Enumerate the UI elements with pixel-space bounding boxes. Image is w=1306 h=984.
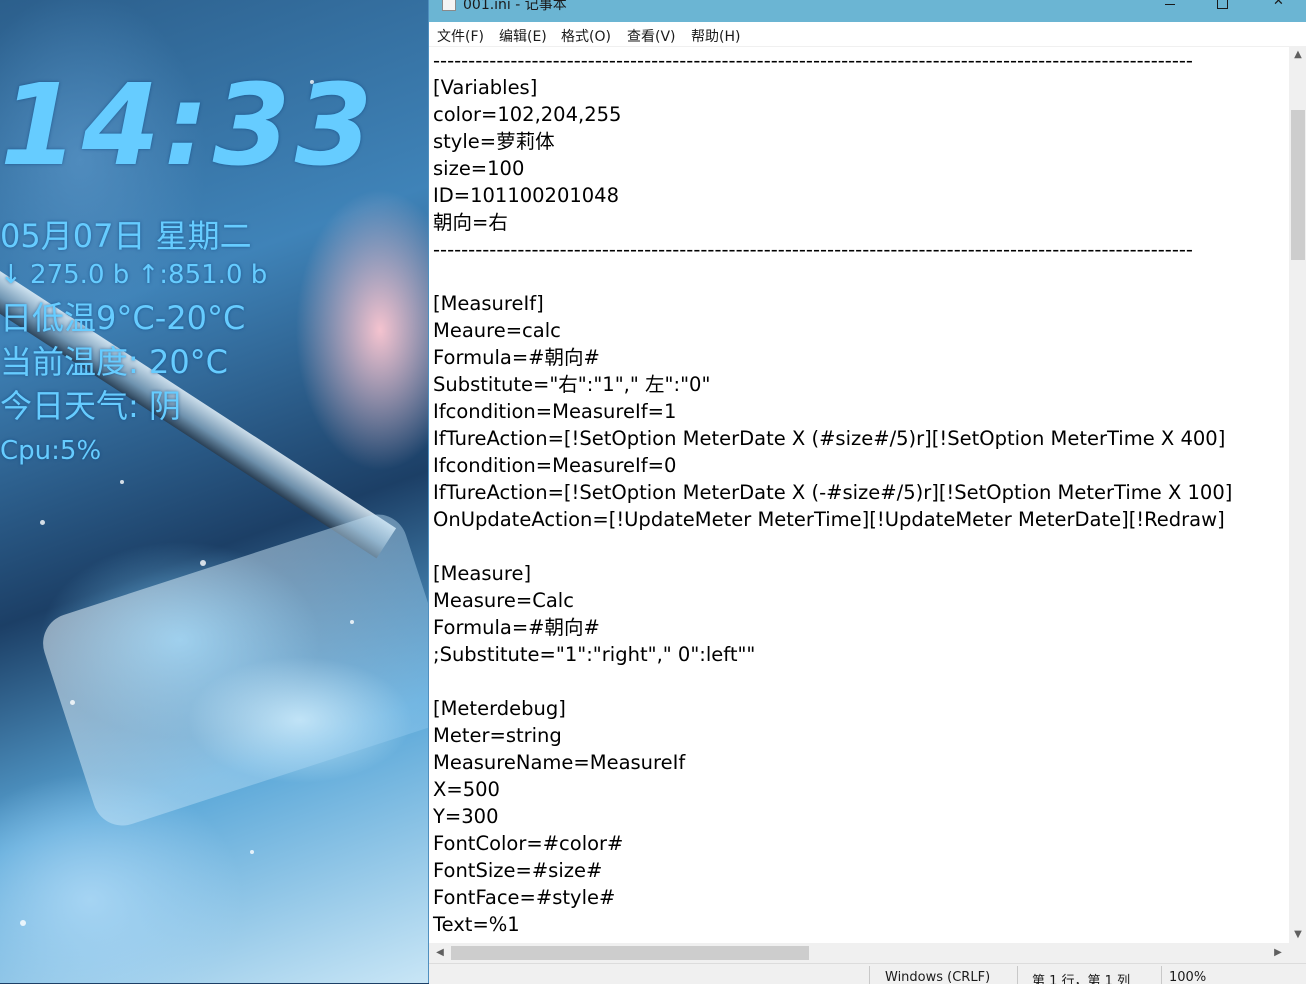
snowflake <box>200 560 206 566</box>
editor-line[interactable]: X=500 <box>433 776 1232 803</box>
widget-cpu: Cpu:5% <box>0 436 102 466</box>
editor-line[interactable]: Text=%1 <box>433 911 1232 938</box>
minimize-button[interactable] <box>1147 0 1193 22</box>
title-bar[interactable]: 001.ini - 记事本 <box>429 0 1306 22</box>
menu-format[interactable]: 格式(O) <box>560 25 612 47</box>
editor-line[interactable]: Y=300 <box>433 803 1232 830</box>
snowflake <box>70 700 75 705</box>
editor-line[interactable]: color=102,204,255 <box>433 101 1232 128</box>
widget-network: ↓ 275.0 b ↑:851.0 b <box>0 260 268 290</box>
vertical-scrollbar[interactable]: ▲ ▼ <box>1289 46 1306 943</box>
editor-line[interactable]: 朝向=右 <box>433 209 1232 236</box>
chevron-right-icon[interactable]: ▶ <box>1269 943 1287 963</box>
editor-line[interactable]: IfTureAction=[!SetOption MeterDate X (#s… <box>433 425 1232 452</box>
editor-line[interactable]: Formula=#朝向# <box>433 614 1232 641</box>
horizontal-scrollbar[interactable]: ◀ ▶ <box>429 943 1289 963</box>
menu-file[interactable]: 文件(F) <box>436 25 485 47</box>
scrollbar-corner <box>1289 943 1306 963</box>
editor-line[interactable]: size=100 <box>433 155 1232 182</box>
horizontal-scroll-thumb[interactable] <box>451 946 809 960</box>
status-encoding: Windows (CRLF) <box>885 970 991 984</box>
widget-date: 05月07日 星期二 <box>0 217 252 255</box>
widget-temp-range: 日低温9°C-20°C <box>0 299 246 337</box>
editor-line[interactable]: Ifcondition=MeasureIf=1 <box>433 398 1232 425</box>
snowflake <box>350 620 354 624</box>
editor-line[interactable]: [Measure] <box>433 560 1232 587</box>
maximize-button[interactable] <box>1199 0 1245 22</box>
widget-weather: 今日天气: 阴 <box>0 387 181 425</box>
editor-line[interactable]: Formula=#朝向# <box>433 344 1232 371</box>
menu-edit[interactable]: 编辑(E) <box>498 25 548 47</box>
status-divider <box>1161 966 1162 984</box>
notepad-window: 001.ini - 记事本 文件(F) 编辑(E) 格式(O) 查看(V) 帮助… <box>428 0 1306 984</box>
editor-line[interactable]: Meaure=calc <box>433 317 1232 344</box>
editor-line[interactable]: [MeasureIf] <box>433 290 1232 317</box>
editor-line[interactable]: style=萝莉体 <box>433 128 1232 155</box>
editor-line[interactable] <box>433 668 1232 695</box>
editor-content[interactable]: ----------------------------------------… <box>433 47 1232 938</box>
editor-line[interactable]: [Variables] <box>433 74 1232 101</box>
editor-line[interactable]: ID=101100201048 <box>433 182 1232 209</box>
wallpaper-sleeve <box>35 506 430 834</box>
chevron-up-icon[interactable]: ▲ <box>1289 46 1306 63</box>
editor-line[interactable]: FontSize=#size# <box>433 857 1232 884</box>
chevron-left-icon[interactable]: ◀ <box>431 943 449 963</box>
status-zoom: 100% <box>1169 970 1207 984</box>
editor-line[interactable]: FontFace=#style# <box>433 884 1232 911</box>
editor-line[interactable]: Measure=Calc <box>433 587 1232 614</box>
editor-line[interactable]: OnUpdateAction=[!UpdateMeter MeterTime][… <box>433 506 1232 533</box>
editor-line[interactable]: Meter=string <box>433 722 1232 749</box>
snowflake <box>40 520 45 525</box>
editor-line[interactable]: [Meterdebug] <box>433 695 1232 722</box>
status-bar: Windows (CRLF) 第 1 行，第 1 列 100% <box>429 963 1306 984</box>
editor-line[interactable] <box>433 533 1232 560</box>
status-divider <box>869 966 870 984</box>
menu-view[interactable]: 查看(V) <box>626 25 677 47</box>
editor-line[interactable]: MeasureName=MeasureIf <box>433 749 1232 776</box>
widget-clock: 14:33 <box>0 61 377 191</box>
status-position: 第 1 行，第 1 列 <box>1032 974 1131 984</box>
editor-line[interactable]: Ifcondition=MeasureIf=0 <box>433 452 1232 479</box>
widget-current-temp: 当前温度: 20°C <box>0 343 229 381</box>
vertical-scroll-thumb[interactable] <box>1291 110 1305 260</box>
snowflake <box>20 920 26 926</box>
notepad-icon <box>442 0 456 11</box>
desktop-wallpaper: 14:33 05月07日 星期二 ↓ 275.0 b ↑:851.0 b 日低温… <box>0 0 430 983</box>
menu-help[interactable]: 帮助(H) <box>690 25 741 47</box>
editor-line[interactable]: IfTureAction=[!SetOption MeterDate X (-#… <box>433 479 1232 506</box>
text-editor[interactable]: ----------------------------------------… <box>429 46 1289 944</box>
editor-line[interactable] <box>433 263 1232 290</box>
editor-line[interactable]: Substitute="右":"1"," 左":"0" <box>433 371 1232 398</box>
window-title: 001.ini - 记事本 <box>463 0 567 13</box>
chevron-down-icon[interactable]: ▼ <box>1289 926 1306 943</box>
close-button[interactable] <box>1257 0 1303 22</box>
snowflake <box>120 480 124 484</box>
editor-line[interactable]: ----------------------------------------… <box>433 236 1232 263</box>
snowflake <box>250 850 254 854</box>
editor-line[interactable]: ----------------------------------------… <box>433 47 1232 74</box>
editor-line[interactable]: ;Substitute="1":"right"," 0":left"" <box>433 641 1232 668</box>
menu-bar: 文件(F) 编辑(E) 格式(O) 查看(V) 帮助(H) <box>429 22 1306 46</box>
status-divider <box>1017 966 1018 984</box>
editor-line[interactable]: FontColor=#color# <box>433 830 1232 857</box>
